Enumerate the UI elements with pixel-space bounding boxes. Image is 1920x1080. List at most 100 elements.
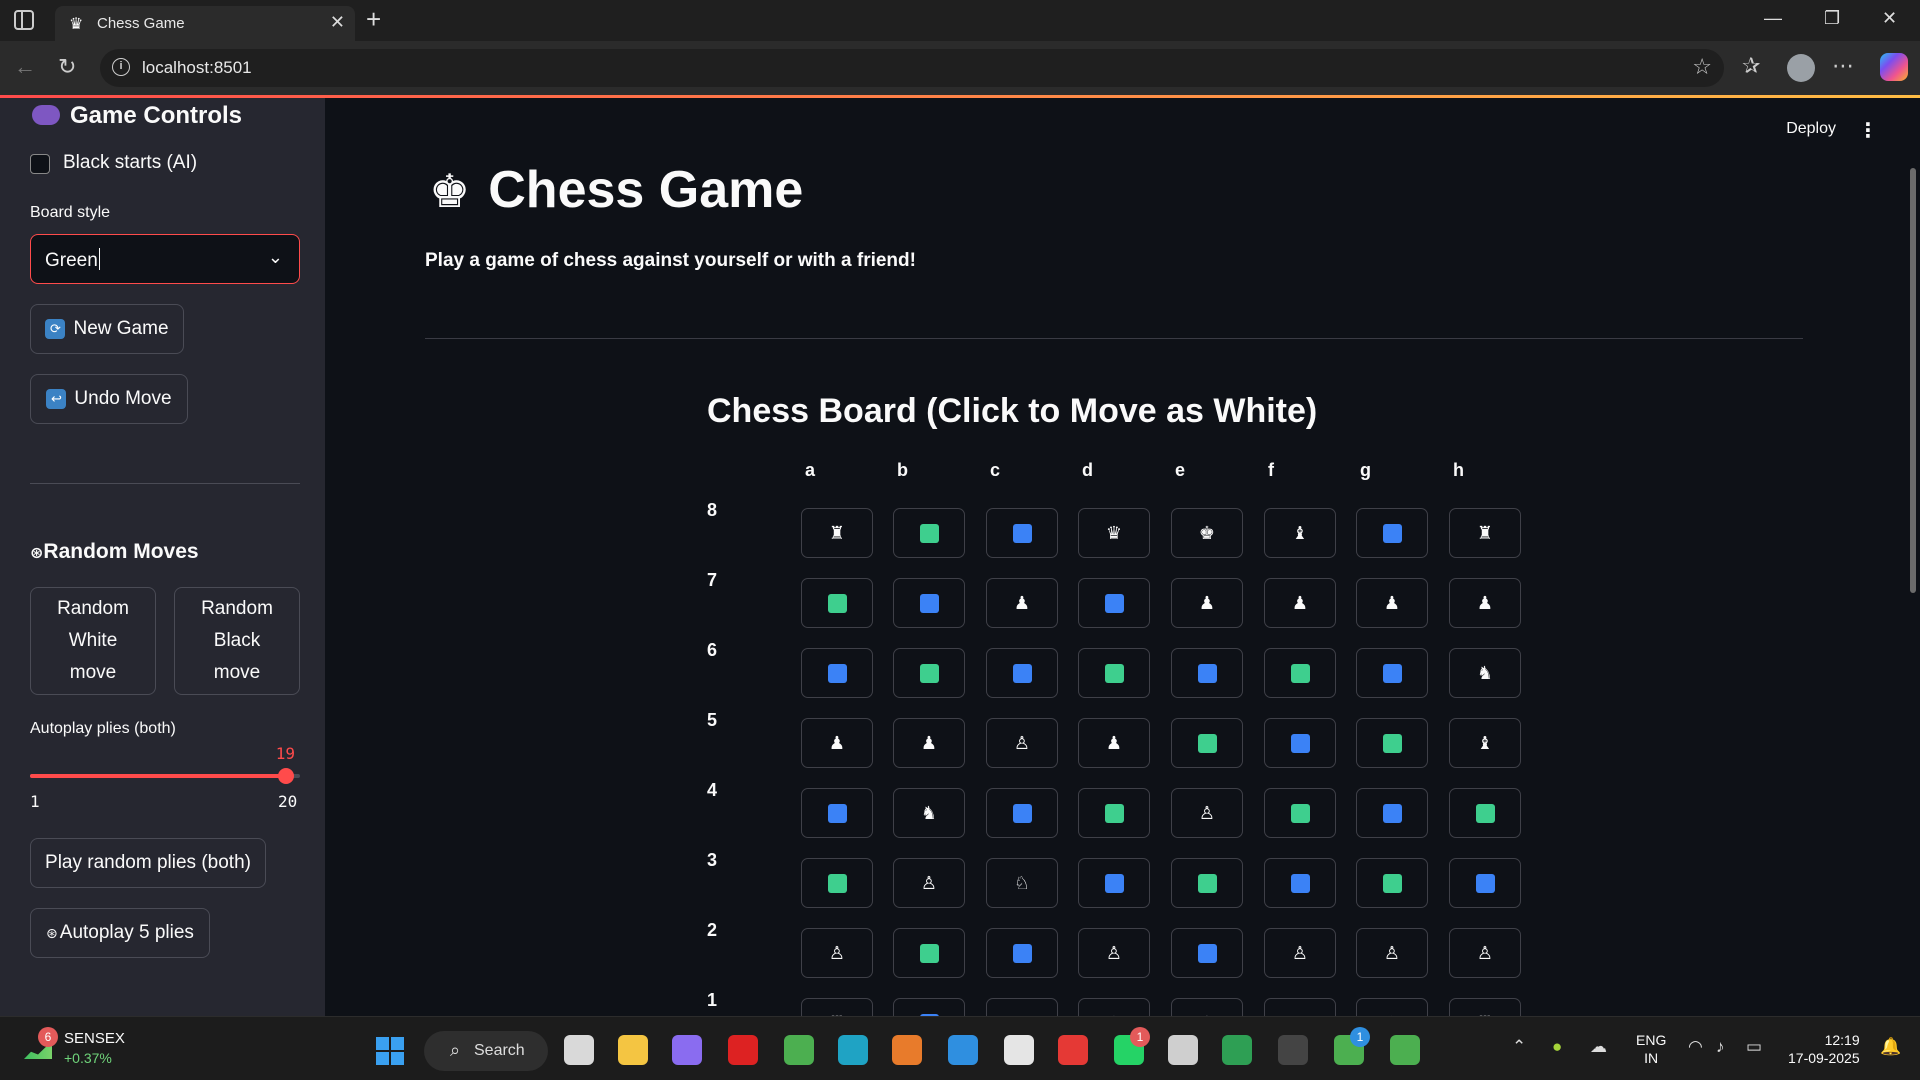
square-d3[interactable] (1078, 858, 1150, 908)
chevron-up-icon[interactable]: ⌃ (1512, 1037, 1526, 1057)
square-f3[interactable] (1264, 858, 1336, 908)
square-d7[interactable] (1078, 578, 1150, 628)
wps-icon[interactable] (1058, 1035, 1088, 1065)
square-c7[interactable]: ♟ (986, 578, 1058, 628)
square-f6[interactable] (1264, 648, 1336, 698)
media-player-icon[interactable] (1168, 1035, 1198, 1065)
square-h4[interactable] (1449, 788, 1521, 838)
square-g6[interactable] (1356, 648, 1428, 698)
square-h3[interactable] (1449, 858, 1521, 908)
square-b7[interactable] (893, 578, 965, 628)
square-a2[interactable]: ♙ (801, 928, 873, 978)
volume-icon[interactable]: ♪ (1716, 1037, 1725, 1057)
copilot-app-icon[interactable] (672, 1035, 702, 1065)
start-icon[interactable] (376, 1037, 404, 1065)
tab-close-icon[interactable]: ✕ (330, 12, 345, 33)
undo-move-button[interactable]: ↩ Undo Move (30, 374, 188, 424)
task-view-icon[interactable] (564, 1035, 594, 1065)
square-a7[interactable] (801, 578, 873, 628)
square-f7[interactable]: ♟ (1264, 578, 1336, 628)
notifications-icon[interactable]: 🔔 (1880, 1037, 1901, 1057)
more-options-icon[interactable]: ⋯ (1832, 53, 1854, 79)
square-a5[interactable]: ♟ (801, 718, 873, 768)
new-tab-icon[interactable]: + (366, 4, 381, 35)
square-f4[interactable] (1264, 788, 1336, 838)
sidebar-toggle-icon[interactable] (14, 10, 34, 30)
square-c2[interactable] (986, 928, 1058, 978)
square-e4[interactable]: ♙ (1171, 788, 1243, 838)
square-g5[interactable] (1356, 718, 1428, 768)
square-d8[interactable]: ♛ (1078, 508, 1150, 558)
square-a4[interactable] (801, 788, 873, 838)
favorites-icon[interactable]: ✰ (1742, 53, 1760, 79)
url-text[interactable]: localhost:8501 (142, 58, 252, 78)
square-e6[interactable] (1171, 648, 1243, 698)
square-d2[interactable]: ♙ (1078, 928, 1150, 978)
square-g7[interactable]: ♟ (1356, 578, 1428, 628)
language-indicator[interactable]: ENG IN (1636, 1031, 1666, 1067)
battery-icon[interactable]: ▭ (1746, 1037, 1762, 1057)
square-h7[interactable]: ♟ (1449, 578, 1521, 628)
play-random-plies-button[interactable]: Play random plies (both) (30, 838, 266, 888)
square-c4[interactable] (986, 788, 1058, 838)
black-starts-label[interactable]: Black starts (AI) (63, 152, 197, 174)
square-a6[interactable] (801, 648, 873, 698)
profile-avatar-icon[interactable] (1787, 54, 1815, 82)
minimize-icon[interactable]: — (1764, 8, 1782, 29)
file-explorer-icon[interactable] (618, 1035, 648, 1065)
mcafee-icon[interactable] (728, 1035, 758, 1065)
site-info-icon[interactable]: i (112, 58, 130, 76)
edge-icon[interactable] (838, 1035, 868, 1065)
square-h8[interactable]: ♜ (1449, 508, 1521, 558)
chrome-profile-2-icon[interactable] (1390, 1035, 1420, 1065)
square-e5[interactable] (1171, 718, 1243, 768)
board-style-select[interactable]: Green ⌄ (30, 234, 300, 284)
new-game-button[interactable]: ⟳ New Game (30, 304, 184, 354)
clock[interactable]: 12:19 17-09-2025 (1788, 1031, 1860, 1067)
chrome-icon[interactable] (784, 1035, 814, 1065)
bookmark-star-icon[interactable]: ☆ (1692, 54, 1712, 80)
square-f5[interactable] (1264, 718, 1336, 768)
scrollbar[interactable] (1910, 168, 1916, 593)
autoplay-5-plies-button[interactable]: ⊛ Autoplay 5 plies (30, 908, 210, 958)
square-d5[interactable]: ♟ (1078, 718, 1150, 768)
browser-tab[interactable]: ♛ Chess Game ✕ (55, 6, 355, 41)
square-c8[interactable] (986, 508, 1058, 558)
square-b3[interactable]: ♙ (893, 858, 965, 908)
square-b2[interactable] (893, 928, 965, 978)
snipping-icon[interactable] (1004, 1035, 1034, 1065)
copilot-icon[interactable] (1880, 53, 1908, 81)
main-menu-icon[interactable]: ⋮ (1858, 118, 1878, 143)
square-e2[interactable] (1171, 928, 1243, 978)
app-icon[interactable] (892, 1035, 922, 1065)
square-b8[interactable] (893, 508, 965, 558)
wifi-icon[interactable]: ◠ (1688, 1037, 1703, 1057)
square-d6[interactable] (1078, 648, 1150, 698)
tray-app-icon[interactable]: ● (1552, 1037, 1562, 1057)
square-b5[interactable]: ♟ (893, 718, 965, 768)
deploy-button[interactable]: Deploy (1786, 120, 1836, 138)
square-a3[interactable] (801, 858, 873, 908)
close-window-icon[interactable]: ✕ (1882, 8, 1897, 29)
square-e8[interactable]: ♚ (1171, 508, 1243, 558)
square-g2[interactable]: ♙ (1356, 928, 1428, 978)
square-g8[interactable] (1356, 508, 1428, 558)
square-b6[interactable] (893, 648, 965, 698)
cube-app-icon[interactable] (1278, 1035, 1308, 1065)
restore-icon[interactable]: ❐ (1824, 8, 1840, 29)
square-c3[interactable]: ♘ (986, 858, 1058, 908)
square-h5[interactable]: ♝ (1449, 718, 1521, 768)
random-black-move-button[interactable]: Random Black move (174, 587, 300, 695)
black-starts-checkbox[interactable] (30, 154, 50, 174)
square-e7[interactable]: ♟ (1171, 578, 1243, 628)
square-c6[interactable] (986, 648, 1058, 698)
autoplay-slider[interactable] (30, 768, 300, 784)
reload-icon[interactable]: ↻ (58, 54, 76, 80)
square-f8[interactable]: ♝ (1264, 508, 1336, 558)
square-f2[interactable]: ♙ (1264, 928, 1336, 978)
taskbar-search[interactable]: ⌕ Search (424, 1031, 548, 1071)
back-icon[interactable]: ← (14, 54, 36, 80)
square-h6[interactable]: ♞ (1449, 648, 1521, 698)
square-g4[interactable] (1356, 788, 1428, 838)
square-b4[interactable]: ♞ (893, 788, 965, 838)
